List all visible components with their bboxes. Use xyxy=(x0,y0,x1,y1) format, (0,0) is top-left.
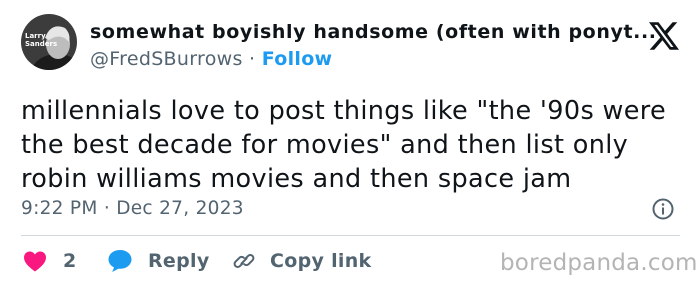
separator: · xyxy=(242,48,262,70)
follow-button[interactable]: Follow xyxy=(262,48,333,70)
speech-bubble-icon xyxy=(108,250,132,272)
reply-label: Reply xyxy=(148,250,210,272)
watermark: boredpanda.com xyxy=(500,250,698,276)
timestamp[interactable]: 9:22 PM · Dec 27, 2023 xyxy=(21,198,244,219)
info-icon[interactable] xyxy=(651,197,675,221)
copy-link-button[interactable]: Copy link xyxy=(232,248,372,274)
user-handle[interactable]: @FredSBurrows xyxy=(90,48,243,70)
divider xyxy=(21,235,680,236)
heart-icon xyxy=(24,251,46,272)
tweet-time[interactable]: 9:22 PM xyxy=(21,198,98,219)
svg-text:Larry: Larry xyxy=(25,32,46,40)
display-name[interactable]: somewhat boyishly handsome (often with p… xyxy=(90,21,657,43)
date-separator: · xyxy=(97,198,117,219)
avatar[interactable]: Larry Sanders xyxy=(21,14,77,70)
copy-link-label: Copy link xyxy=(270,250,372,272)
like-count: 2 xyxy=(63,250,77,272)
link-icon xyxy=(233,254,255,268)
svg-text:Sanders: Sanders xyxy=(25,40,57,48)
handle-line: @FredSBurrows · Follow xyxy=(90,48,332,70)
x-logo-icon[interactable] xyxy=(649,22,679,50)
tweet-text: millennials love to post things like "th… xyxy=(21,96,667,194)
reply-button[interactable]: Reply xyxy=(107,248,210,274)
like-button[interactable]: 2 xyxy=(23,248,77,274)
tweet-date[interactable]: Dec 27, 2023 xyxy=(116,198,244,219)
